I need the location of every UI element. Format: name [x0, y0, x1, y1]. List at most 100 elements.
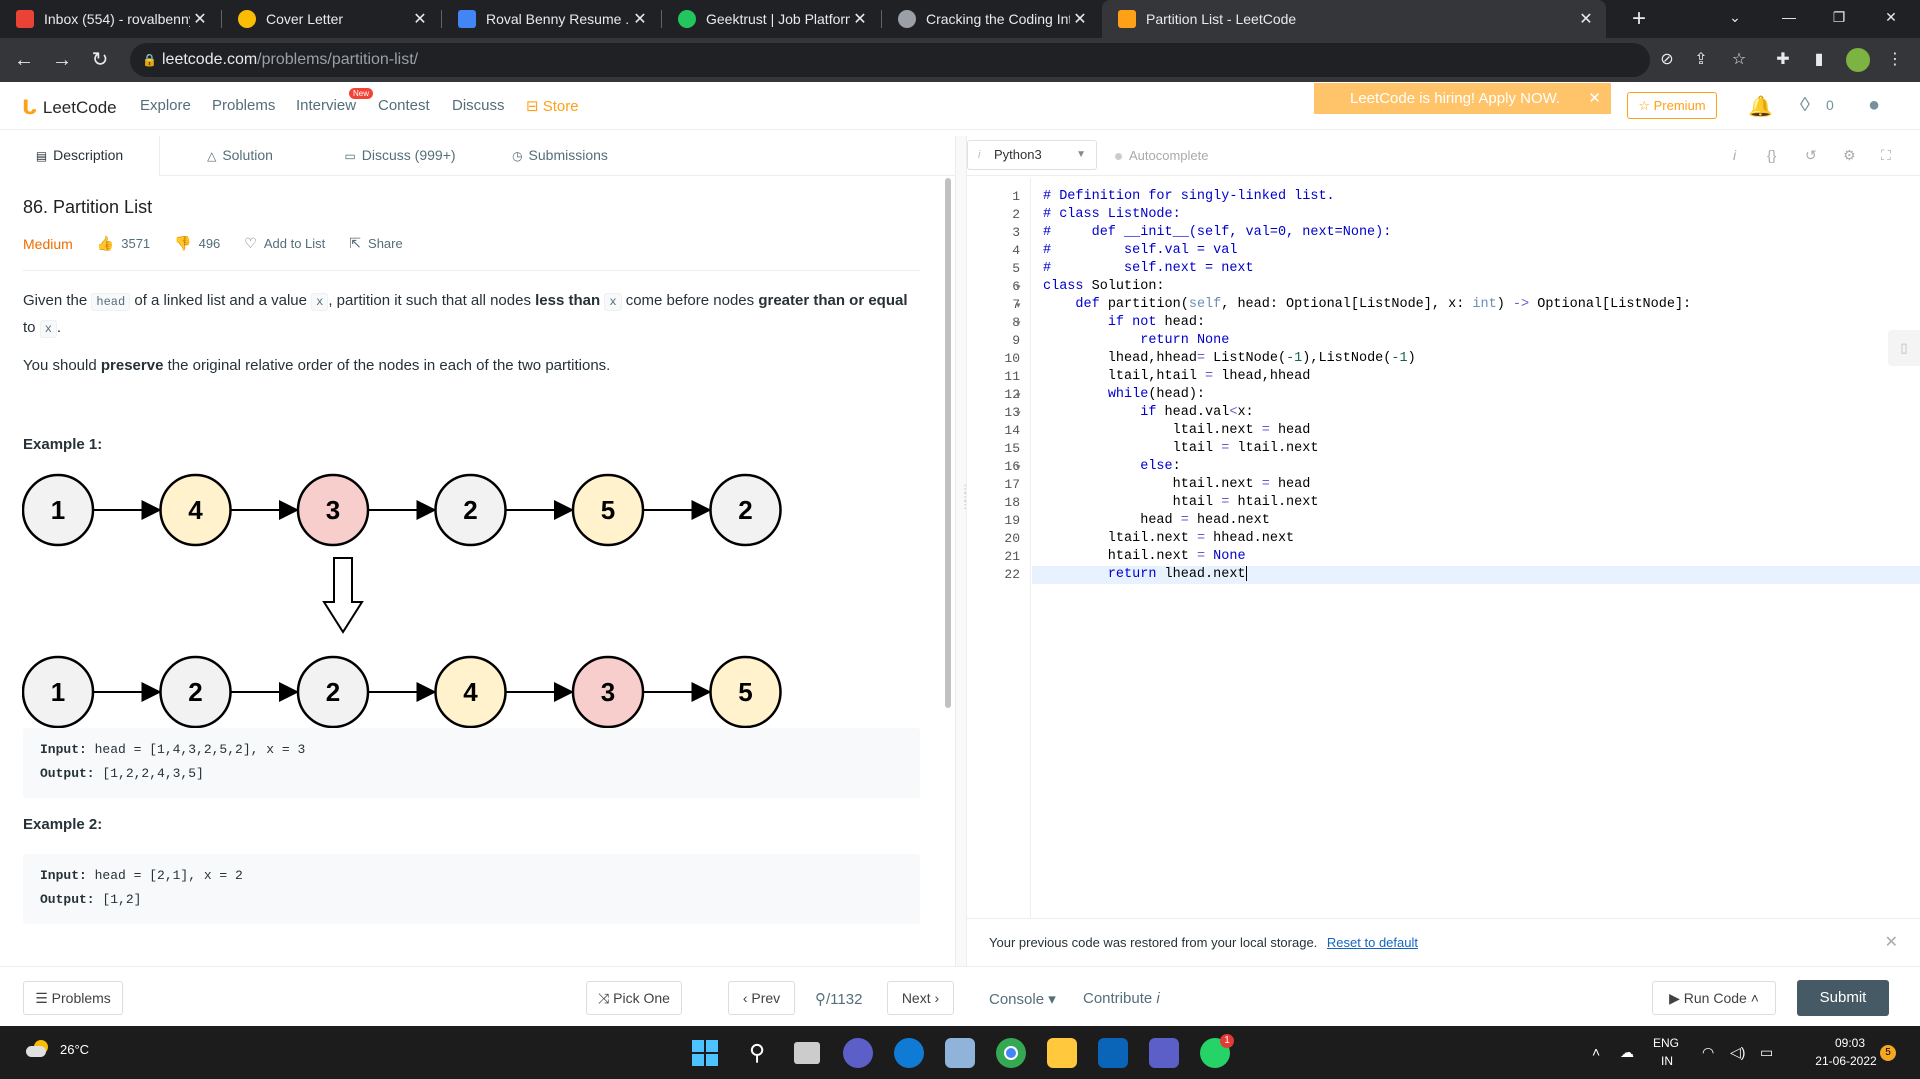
- close-icon[interactable]: ✕: [1885, 919, 1898, 967]
- browser-tab-leetcode[interactable]: Partition List - LeetCode ✕: [1102, 0, 1606, 38]
- search-icon[interactable]: ⚲: [742, 1038, 772, 1068]
- browser-tab-cracking[interactable]: Cracking the Coding Interview.p ✕: [882, 0, 1100, 38]
- code-line[interactable]: # class ListNode:: [1032, 206, 1920, 224]
- tab-discuss[interactable]: ▭ Discuss (999+): [320, 136, 480, 176]
- code-line[interactable]: # Definition for singly-linked list.: [1032, 188, 1920, 206]
- nav-contest[interactable]: Contest: [378, 97, 430, 114]
- chevron-up-icon[interactable]: ˄: [1592, 1044, 1600, 1060]
- fold-arrow-icon[interactable]: ▾: [1016, 278, 1021, 296]
- outlook-icon[interactable]: [1098, 1038, 1128, 1068]
- minimize-button[interactable]: —: [1766, 0, 1812, 34]
- fold-arrow-icon[interactable]: ▾: [1016, 296, 1021, 314]
- new-tab-button[interactable]: +: [1624, 4, 1654, 34]
- close-window-button[interactable]: ✕: [1868, 0, 1914, 34]
- tab-submissions[interactable]: ◷ Submissions: [480, 136, 640, 176]
- problems-button[interactable]: ☰ Problems: [23, 981, 123, 1015]
- browser-tab-resume[interactable]: Roval Benny Resume .NET - Goo ✕: [442, 0, 660, 38]
- tab-solution[interactable]: △ Solution: [160, 136, 320, 176]
- fullscreen-icon[interactable]: ⛶: [1881, 147, 1891, 164]
- problem-page-indicator[interactable]: ⚲/1132: [815, 990, 862, 1008]
- code-line[interactable]: lhead,hhead= ListNode(-1),ListNode(-1): [1032, 350, 1920, 368]
- reload-button[interactable]: ↻: [86, 46, 114, 74]
- onedrive-icon[interactable]: ☁: [1620, 1044, 1634, 1061]
- close-tab-icon[interactable]: ✕: [850, 9, 870, 29]
- side-panel-icon[interactable]: ▮: [1808, 49, 1830, 71]
- forward-button[interactable]: →: [48, 46, 76, 74]
- premium-button[interactable]: ☆ Premium: [1627, 92, 1717, 119]
- code-line[interactable]: # self.val = val: [1032, 242, 1920, 260]
- code-line[interactable]: return None: [1032, 332, 1920, 350]
- code-line[interactable]: return lhead.next: [1032, 566, 1920, 584]
- windows-start-icon[interactable]: [690, 1038, 720, 1068]
- edge-icon[interactable]: [894, 1038, 924, 1068]
- teams-chat-icon[interactable]: [843, 1038, 873, 1068]
- close-tab-icon[interactable]: ✕: [190, 9, 210, 29]
- code-line[interactable]: # def __init__(self, val=0, next=None):: [1032, 224, 1920, 242]
- tab-search-icon[interactable]: ⌄: [1712, 0, 1758, 34]
- profile-avatar[interactable]: [1846, 48, 1870, 72]
- close-tab-icon[interactable]: ✕: [410, 9, 430, 29]
- code-line[interactable]: htail.next = head: [1032, 476, 1920, 494]
- description-scrollbar[interactable]: [945, 178, 951, 708]
- browser-tab-geektrust[interactable]: Geektrust | Job Platform for Dev ✕: [662, 0, 880, 38]
- bell-icon[interactable]: 🔔: [1748, 94, 1773, 119]
- info-icon[interactable]: i: [1733, 147, 1736, 163]
- code-line[interactable]: head = head.next: [1032, 512, 1920, 530]
- leetcode-logo[interactable]: ᒐ LeetCode: [22, 95, 117, 120]
- language-select[interactable]: i Python3 ▼: [967, 140, 1097, 170]
- dislike-button[interactable]: 👎 496: [174, 235, 220, 252]
- user-avatar-icon[interactable]: ●: [1868, 94, 1880, 117]
- hiring-banner[interactable]: LeetCode is hiring! Apply NOW. ✕: [1314, 83, 1611, 114]
- share-icon[interactable]: ⇪: [1690, 49, 1712, 71]
- weather-widget[interactable]: 26°C: [26, 1040, 89, 1058]
- settings-icon[interactable]: ⚙: [1843, 147, 1856, 164]
- code-line[interactable]: ltail,htail = lhead,hhead: [1032, 368, 1920, 386]
- browser-tab-gmail[interactable]: Inbox (554) - rovalbenny@gmai ✕: [0, 0, 220, 38]
- code-line[interactable]: ltail.next = head: [1032, 422, 1920, 440]
- code-line[interactable]: htail.next = None: [1032, 548, 1920, 566]
- code-line[interactable]: class Solution:: [1032, 278, 1920, 296]
- whatsapp-icon[interactable]: 1: [1200, 1034, 1234, 1068]
- side-note-icon[interactable]: ▯: [1888, 330, 1920, 366]
- code-line[interactable]: else:: [1032, 458, 1920, 476]
- star-icon[interactable]: ☆: [1728, 49, 1750, 71]
- code-line[interactable]: while(head):: [1032, 386, 1920, 404]
- close-tab-icon[interactable]: ✕: [1576, 9, 1596, 29]
- code-line[interactable]: htail = htail.next: [1032, 494, 1920, 512]
- notification-count-badge[interactable]: 5: [1880, 1045, 1896, 1061]
- code-line[interactable]: if not head:: [1032, 314, 1920, 332]
- close-tab-icon[interactable]: ✕: [630, 9, 650, 29]
- braces-icon[interactable]: {}: [1767, 147, 1776, 163]
- share-button[interactable]: ⇱ Share: [349, 235, 402, 252]
- close-banner-icon[interactable]: ✕: [1588, 83, 1601, 114]
- add-to-list-button[interactable]: ♡ Add to List: [244, 235, 325, 252]
- nav-explore[interactable]: Explore: [140, 97, 191, 114]
- code-line[interactable]: ltail.next = hhead.next: [1032, 530, 1920, 548]
- address-bar[interactable]: 🔒 leetcode.com/problems/partition-list/: [130, 43, 1650, 77]
- fold-arrow-icon[interactable]: ▾: [1016, 404, 1021, 422]
- fold-arrow-icon[interactable]: ▾: [1016, 386, 1021, 404]
- photos-icon[interactable]: [945, 1038, 975, 1068]
- next-button[interactable]: Next ›: [887, 981, 954, 1015]
- language-indicator[interactable]: ENG: [1653, 1036, 1679, 1050]
- code-line[interactable]: ltail = ltail.next: [1032, 440, 1920, 458]
- console-button[interactable]: Console ▾: [989, 990, 1056, 1008]
- clock-time[interactable]: 09:03: [1835, 1036, 1865, 1050]
- close-tab-icon[interactable]: ✕: [1070, 9, 1090, 29]
- coin-icon[interactable]: ◊: [1800, 94, 1810, 117]
- teams-icon[interactable]: [1149, 1038, 1179, 1068]
- reset-icon[interactable]: ↺: [1805, 147, 1817, 164]
- reset-to-default-link[interactable]: Reset to default: [1327, 935, 1418, 950]
- fold-arrow-icon[interactable]: ▾: [1016, 314, 1021, 332]
- prev-button[interactable]: ‹ Prev: [728, 981, 795, 1015]
- code-line[interactable]: def partition(self, head: Optional[ListN…: [1032, 296, 1920, 314]
- tab-description[interactable]: ▤ Description: [0, 136, 160, 176]
- task-view-icon[interactable]: [794, 1042, 820, 1064]
- chrome-taskbar-icon[interactable]: [996, 1038, 1026, 1068]
- nav-interview[interactable]: Interview: [296, 97, 356, 114]
- nav-store[interactable]: ⊟ Store: [526, 97, 579, 115]
- panel-splitter[interactable]: ⋮ ⋮ ⋮: [955, 136, 970, 966]
- contribute-button[interactable]: Contribute i: [1083, 990, 1160, 1007]
- autocomplete-toggle[interactable]: Autocomplete: [1115, 148, 1209, 163]
- battery-icon[interactable]: ▭: [1760, 1044, 1773, 1061]
